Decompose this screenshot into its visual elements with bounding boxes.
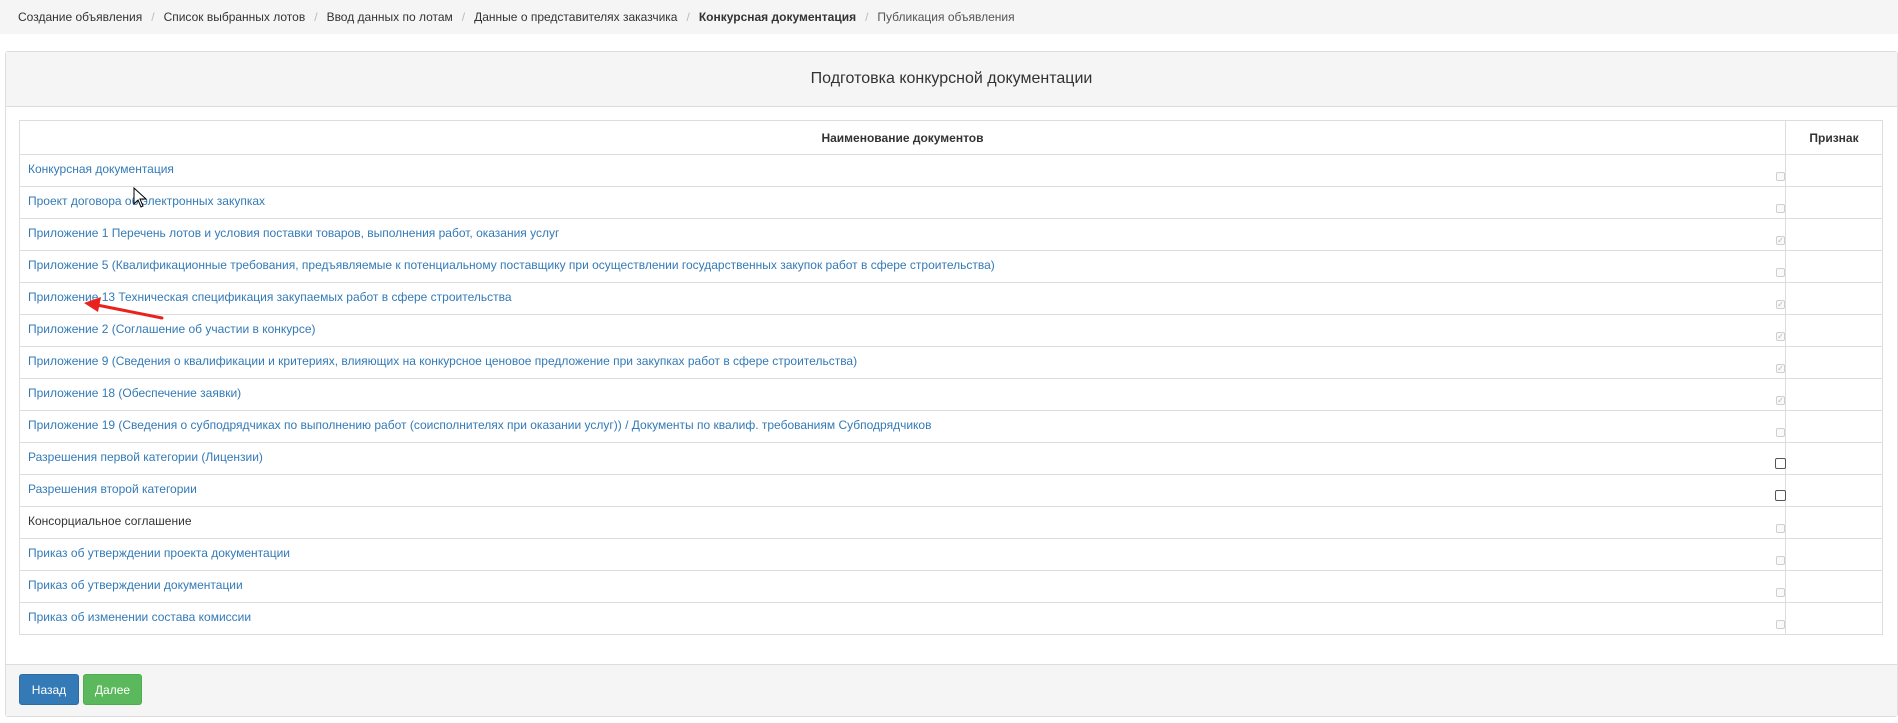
table-row: Приказ об изменении состава комиссии — [19, 602, 1883, 635]
document-name-cell: Приказ об утверждении проекта документац… — [19, 538, 1786, 571]
attribute-checkbox — [1776, 588, 1785, 597]
table-row: Приложение 9 (Сведения о квалификации и … — [19, 346, 1883, 379]
document-link[interactable]: Приложение 19 (Сведения о субподрядчиках… — [20, 411, 1785, 432]
document-link[interactable]: Приложение 13 Техническая спецификация з… — [20, 283, 1785, 304]
flag-cell — [1776, 506, 1883, 539]
document-name-cell: Консорциальное соглашение — [19, 506, 1786, 539]
document-name-cell: Приложение 2 (Соглашение об участии в ко… — [19, 314, 1786, 347]
attribute-checkbox — [1776, 268, 1785, 277]
document-name-cell: Приказ об изменении состава комиссии — [19, 602, 1786, 635]
flag-cell — [1776, 410, 1883, 443]
documents-table: Наименование документов Признак Конкурсн… — [19, 120, 1883, 635]
breadcrumb-separator: / — [686, 10, 690, 24]
flag-cell — [1775, 442, 1883, 475]
attribute-checkbox[interactable] — [1775, 490, 1786, 501]
document-link[interactable]: Приложение 9 (Сведения о квалификации и … — [20, 347, 1785, 368]
flag-cell — [1775, 474, 1883, 507]
breadcrumb-separator: / — [314, 10, 318, 24]
document-name-cell: Конкурсная документация — [19, 154, 1786, 187]
document-name-cell: Разрешения первой категории (Лицензии) — [19, 442, 1786, 475]
flag-cell — [1776, 538, 1883, 571]
document-name-cell: Разрешения второй категории — [19, 474, 1786, 507]
document-label: Консорциальное соглашение — [28, 514, 192, 528]
document-name-cell: Приложение 13 Техническая спецификация з… — [19, 282, 1786, 315]
table-row: Приложение 5 (Квалификационные требовани… — [19, 250, 1883, 283]
document-name-cell: Проект договора об электронных закупках — [19, 186, 1786, 219]
table-row: Разрешения первой категории (Лицензии) — [19, 442, 1883, 475]
document-link[interactable]: Проект договора об электронных закупках — [20, 187, 1785, 208]
breadcrumb-item-create-announcement[interactable]: Создание объявления — [18, 10, 142, 24]
document-name-cell: Приказ об утверждении документации — [19, 570, 1786, 603]
attribute-checkbox: ✓ — [1776, 331, 1785, 341]
document-name-cell: Приложение 9 (Сведения о квалификации и … — [19, 346, 1786, 379]
flag-cell — [1776, 250, 1883, 283]
document-name-cell: Приложение 19 (Сведения о субподрядчиках… — [19, 410, 1786, 443]
table-row: Проект договора об электронных закупках — [19, 186, 1883, 219]
breadcrumb-item-publication: Публикация объявления — [877, 10, 1015, 24]
attribute-checkbox: ✓ — [1776, 235, 1785, 245]
table-row: Приложение 1 Перечень лотов и условия по… — [19, 218, 1883, 251]
attribute-checkbox — [1776, 204, 1785, 213]
flag-cell — [1776, 154, 1883, 187]
attribute-checkbox — [1776, 524, 1785, 533]
flag-cell: ✓ — [1776, 282, 1883, 315]
breadcrumb-separator: / — [461, 10, 466, 24]
breadcrumb: Создание объявления / Список выбранных л… — [0, 0, 1898, 34]
document-link[interactable]: Приказ об утверждении документации — [20, 571, 1785, 592]
table-row: Приложение 2 (Соглашение об участии в ко… — [19, 314, 1883, 347]
document-link[interactable]: Приложение 2 (Соглашение об участии в ко… — [20, 315, 1785, 336]
breadcrumb-item-tender-documentation: Конкурсная документация — [698, 10, 857, 24]
flag-cell: ✓ — [1776, 346, 1883, 379]
breadcrumb-item-customer-representatives[interactable]: Данные о представителях заказчика — [474, 10, 677, 24]
document-link[interactable]: Приказ об изменении состава комиссии — [20, 603, 1785, 624]
attribute-checkbox: ✓ — [1776, 363, 1785, 373]
flag-cell — [1776, 602, 1883, 635]
document-link[interactable]: Приложение 1 Перечень лотов и условия по… — [20, 219, 1785, 240]
document-name-cell: Приложение 1 Перечень лотов и условия по… — [19, 218, 1786, 251]
attribute-checkbox — [1776, 556, 1785, 565]
flag-cell — [1776, 186, 1883, 219]
table-row: Разрешения второй категории — [19, 474, 1883, 507]
attribute-checkbox — [1776, 620, 1785, 629]
panel-footer: Назад Далее — [6, 664, 1897, 716]
table-row: Приказ об утверждении проекта документац… — [19, 538, 1883, 571]
back-button[interactable]: Назад — [19, 674, 79, 705]
next-button[interactable]: Далее — [83, 674, 142, 705]
documents-table-container: Наименование документов Признак Конкурсн… — [19, 120, 1883, 635]
breadcrumb-item-selected-lots[interactable]: Список выбранных лотов — [164, 10, 306, 24]
document-link[interactable]: Конкурсная документация — [20, 155, 1785, 176]
flag-cell: ✓ — [1776, 218, 1883, 251]
column-header-flag: Признак — [1785, 120, 1883, 155]
breadcrumb-item-lot-data[interactable]: Ввод данных по лотам — [327, 10, 453, 24]
table-row: Приложение 13 Техническая спецификация з… — [19, 282, 1883, 315]
breadcrumb-separator: / — [151, 10, 155, 24]
attribute-checkbox — [1776, 428, 1785, 437]
attribute-checkbox[interactable] — [1775, 458, 1786, 469]
panel-title: Подготовка конкурсной документации — [6, 52, 1897, 107]
table-row: Консорциальное соглашение — [19, 506, 1883, 539]
table-row: Приложение 18 (Обеспечение заявки) ✓ — [19, 378, 1883, 411]
table-row: Приказ об утверждении документации — [19, 570, 1883, 603]
flag-cell — [1776, 570, 1883, 603]
flag-cell: ✓ — [1776, 378, 1883, 411]
table-row: Приложение 19 (Сведения о субподрядчиках… — [19, 410, 1883, 443]
document-link[interactable]: Разрешения второй категории — [20, 475, 1785, 496]
document-link[interactable]: Разрешения первой категории (Лицензии) — [20, 443, 1785, 464]
document-link[interactable]: Приложение 5 (Квалификационные требовани… — [20, 251, 1785, 272]
document-name-cell: Приложение 5 (Квалификационные требовани… — [19, 250, 1786, 283]
attribute-checkbox: ✓ — [1776, 299, 1785, 309]
document-name-cell: Приложение 18 (Обеспечение заявки) — [19, 378, 1786, 411]
table-header-row: Наименование документов Признак — [19, 120, 1883, 155]
flag-cell: ✓ — [1776, 314, 1883, 347]
tender-documentation-panel: Подготовка конкурсной документации Наиме… — [5, 51, 1898, 717]
attribute-checkbox: ✓ — [1776, 395, 1785, 405]
breadcrumb-separator: / — [865, 10, 869, 24]
column-header-document-name: Наименование документов — [19, 120, 1786, 155]
documents-table-body: Конкурсная документация Проект договора о… — [19, 154, 1883, 635]
attribute-checkbox — [1776, 172, 1785, 181]
table-row: Конкурсная документация — [19, 154, 1883, 187]
document-link[interactable]: Приложение 18 (Обеспечение заявки) — [20, 379, 1785, 400]
document-link[interactable]: Приказ об утверждении проекта документац… — [20, 539, 1785, 560]
